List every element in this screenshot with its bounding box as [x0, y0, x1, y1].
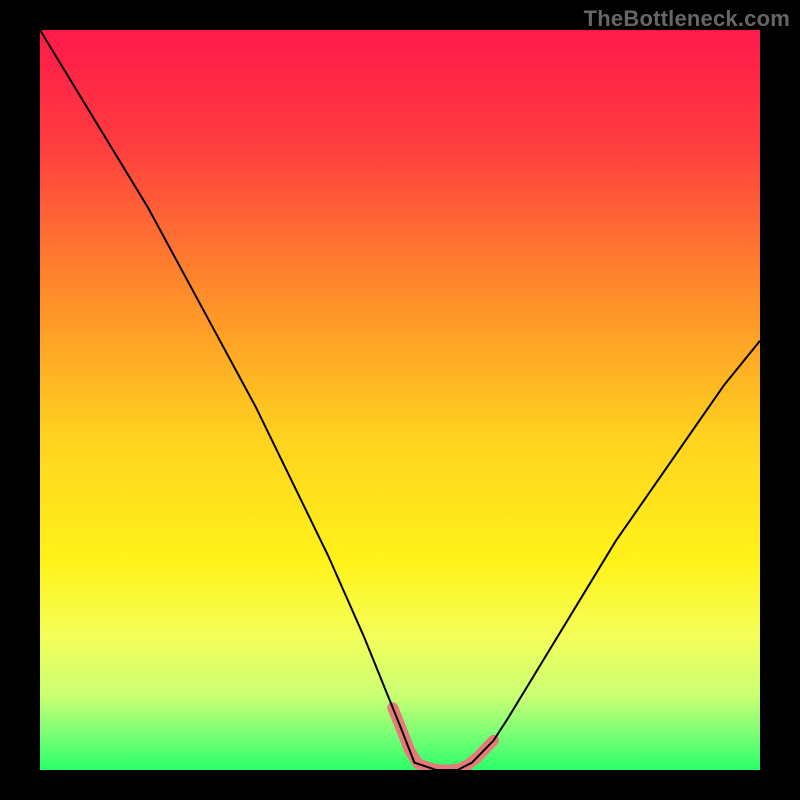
watermark-text: TheBottleneck.com — [584, 6, 790, 32]
chart-container: TheBottleneck.com — [0, 0, 800, 800]
chart-svg — [40, 30, 760, 770]
plot-background — [40, 30, 760, 770]
